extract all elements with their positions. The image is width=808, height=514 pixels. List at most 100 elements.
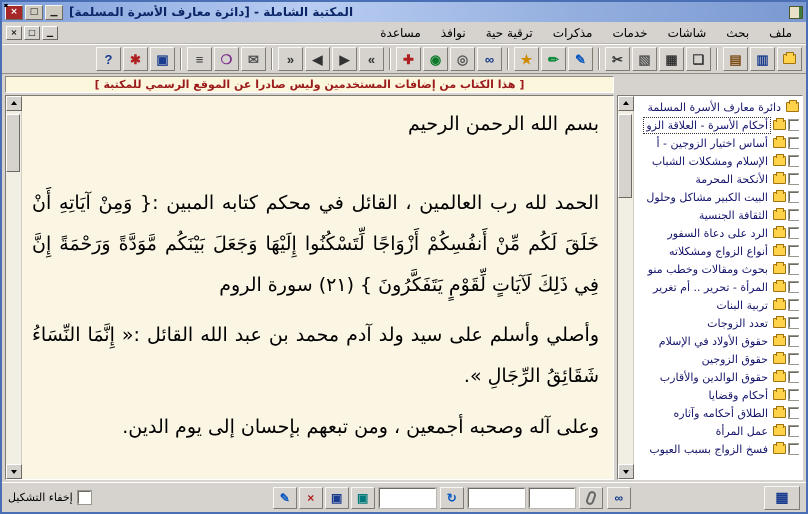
tree-root[interactable]: دائرة معارف الأسرة المسلمة bbox=[637, 98, 799, 116]
tree-item[interactable]: أحكام وقضايا bbox=[637, 386, 799, 404]
tree-item-checkbox[interactable] bbox=[788, 389, 799, 401]
globe-button[interactable]: ◉ bbox=[423, 47, 448, 71]
edit-page-button[interactable]: ✎ bbox=[272, 486, 297, 509]
tree-item[interactable]: أحكام الأسرة - العلاقة الزو bbox=[637, 116, 799, 134]
mdi-restore-button[interactable]: □ bbox=[24, 25, 40, 40]
page-number-input[interactable] bbox=[390, 488, 435, 507]
hide-tashkeel-group[interactable]: إخفاء التشكيل bbox=[8, 490, 92, 505]
tree-item-checkbox[interactable] bbox=[788, 191, 799, 203]
bookmark-button[interactable]: ★ bbox=[514, 47, 539, 71]
tree-item-checkbox[interactable] bbox=[788, 137, 799, 149]
tree-item-checkbox[interactable] bbox=[788, 317, 799, 329]
nav-next-button[interactable]: ◀ bbox=[305, 47, 330, 71]
tree-item-checkbox[interactable] bbox=[788, 209, 799, 221]
menu-services[interactable]: خدمات bbox=[602, 24, 657, 42]
tree-item[interactable]: أنواع الزواج ومشكلاته bbox=[637, 242, 799, 260]
volume-spin-buttons[interactable] bbox=[469, 489, 480, 507]
tree-item[interactable]: البيت الكبير مشاكل وحلول bbox=[637, 188, 799, 206]
menu-screens[interactable]: شاشات bbox=[658, 24, 717, 42]
tree-item[interactable]: بحوث ومقالات وخطب منو bbox=[637, 260, 799, 278]
tree-scroll-up-button[interactable] bbox=[618, 96, 634, 111]
print-button[interactable]: ▦ bbox=[659, 47, 684, 71]
tree-item[interactable]: تربية البنات bbox=[637, 296, 799, 314]
maximize-button[interactable]: □ bbox=[25, 4, 43, 20]
notes-button[interactable]: ❍ bbox=[214, 47, 239, 71]
tree-item[interactable]: المرأة - تحرير .. أم تغرير bbox=[637, 278, 799, 296]
new-doc-button[interactable]: ❏ bbox=[686, 47, 711, 71]
tree-item-checkbox[interactable] bbox=[788, 227, 799, 239]
reader-scroll-track[interactable] bbox=[6, 111, 21, 464]
tree-item[interactable]: الأنكحة المحرمة bbox=[637, 170, 799, 188]
tree-item-checkbox[interactable] bbox=[788, 335, 799, 347]
tree-item[interactable]: الرد على دعاة السفور bbox=[637, 224, 799, 242]
book-button[interactable]: ▤ bbox=[723, 47, 748, 71]
tree-item-checkbox[interactable] bbox=[788, 425, 799, 437]
hide-tashkeel-checkbox[interactable] bbox=[76, 490, 92, 505]
index-toggle-button[interactable]: ▦ bbox=[764, 485, 800, 510]
tree-item-checkbox[interactable] bbox=[788, 353, 799, 365]
page-number-stepper[interactable] bbox=[377, 486, 437, 509]
tree-item[interactable]: حقوق الأولاد في الإسلام bbox=[637, 332, 799, 350]
help-button[interactable]: ? bbox=[96, 47, 121, 71]
save-page-button[interactable]: ▣ bbox=[324, 486, 349, 509]
tree-item-checkbox[interactable] bbox=[788, 371, 799, 383]
menu-memos[interactable]: مذكرات bbox=[543, 24, 603, 42]
list-button[interactable]: ≡ bbox=[187, 47, 212, 71]
menu-help[interactable]: مساعدة bbox=[370, 24, 431, 42]
tree-scroll-track[interactable] bbox=[618, 111, 633, 464]
nav-last-button[interactable]: « bbox=[278, 47, 303, 71]
quick-search-input[interactable] bbox=[529, 488, 574, 507]
menu-windows[interactable]: نوافذ bbox=[431, 24, 476, 42]
copy-button[interactable]: ▧ bbox=[632, 47, 657, 71]
tree-item-checkbox[interactable] bbox=[788, 443, 799, 455]
binoculars-button[interactable]: ∞ bbox=[477, 47, 502, 71]
tree-item[interactable]: الطلاق أحكامه وآثاره bbox=[637, 404, 799, 422]
volume-number-input[interactable] bbox=[479, 488, 524, 507]
menu-search[interactable]: بحث bbox=[716, 24, 759, 42]
go-to-page-button[interactable]: ↻ bbox=[439, 486, 464, 509]
envelope-button[interactable]: ✉ bbox=[241, 47, 266, 71]
tree-item-checkbox[interactable] bbox=[788, 173, 799, 185]
reader-scroll-up-button[interactable] bbox=[6, 96, 22, 111]
marker-button[interactable]: ✏ bbox=[541, 47, 566, 71]
reader-pane[interactable]: بسم الله الرحمن الرحيم الحمد لله رب العا… bbox=[22, 96, 613, 479]
attachment-button[interactable] bbox=[578, 486, 603, 509]
tree-item[interactable]: حقوق الوالدين والأقارب bbox=[637, 368, 799, 386]
library-button[interactable]: ▥ bbox=[750, 47, 775, 71]
reader-scrollbar[interactable] bbox=[6, 96, 22, 479]
tree-item-checkbox[interactable] bbox=[788, 119, 799, 131]
tree-item-checkbox[interactable] bbox=[788, 407, 799, 419]
search-button[interactable]: ∞ bbox=[606, 486, 631, 509]
nav-first-button[interactable]: » bbox=[359, 47, 384, 71]
menu-live-upgrade[interactable]: ترقية حية bbox=[476, 24, 543, 42]
tree-scroll-down-button[interactable] bbox=[618, 464, 634, 479]
open-folder-button[interactable] bbox=[777, 47, 802, 71]
services-button[interactable]: ✚ bbox=[396, 47, 421, 71]
search-scope-button[interactable]: ◎ bbox=[450, 47, 475, 71]
minimize-button[interactable]: ▁ bbox=[45, 4, 63, 20]
tree-item[interactable]: حقوق الزوجين bbox=[637, 350, 799, 368]
tree-item[interactable]: عمل المرأة bbox=[637, 422, 799, 440]
cancel-edit-button[interactable]: × bbox=[298, 486, 323, 509]
tree-item[interactable]: تعدد الزوجات bbox=[637, 314, 799, 332]
quick-search-field[interactable] bbox=[527, 486, 576, 509]
tree-item[interactable]: الإسلام ومشكلات الشباب bbox=[637, 152, 799, 170]
tree-item-checkbox[interactable] bbox=[788, 281, 799, 293]
tree-item[interactable]: أساس اختيار الزوجين - أ bbox=[637, 134, 799, 152]
cut-button[interactable]: ✂ bbox=[605, 47, 630, 71]
nav-prev-button[interactable]: ▶ bbox=[332, 47, 357, 71]
tree-item-checkbox[interactable] bbox=[788, 245, 799, 257]
mdi-close-button[interactable]: × bbox=[6, 25, 22, 40]
volume-number-stepper[interactable] bbox=[466, 486, 526, 509]
tree-scrollbar[interactable] bbox=[618, 96, 634, 479]
book-index-tree[interactable]: دائرة معارف الأسرة المسلمة أحكام الأسرة … bbox=[634, 96, 802, 479]
pencil-button[interactable]: ✎ bbox=[568, 47, 593, 71]
export-page-button[interactable]: ▣ bbox=[350, 486, 375, 509]
tree-item-checkbox[interactable] bbox=[788, 299, 799, 311]
tree-scroll-thumb[interactable] bbox=[618, 114, 632, 198]
mdi-minimize-button[interactable]: ▁ bbox=[42, 25, 58, 40]
tree-item[interactable]: فسخ الزواج بسبب العيوب bbox=[637, 440, 799, 458]
page-spin-buttons[interactable] bbox=[380, 489, 391, 507]
reader-scroll-thumb[interactable] bbox=[6, 114, 20, 172]
menu-file[interactable]: ملف bbox=[759, 24, 802, 42]
